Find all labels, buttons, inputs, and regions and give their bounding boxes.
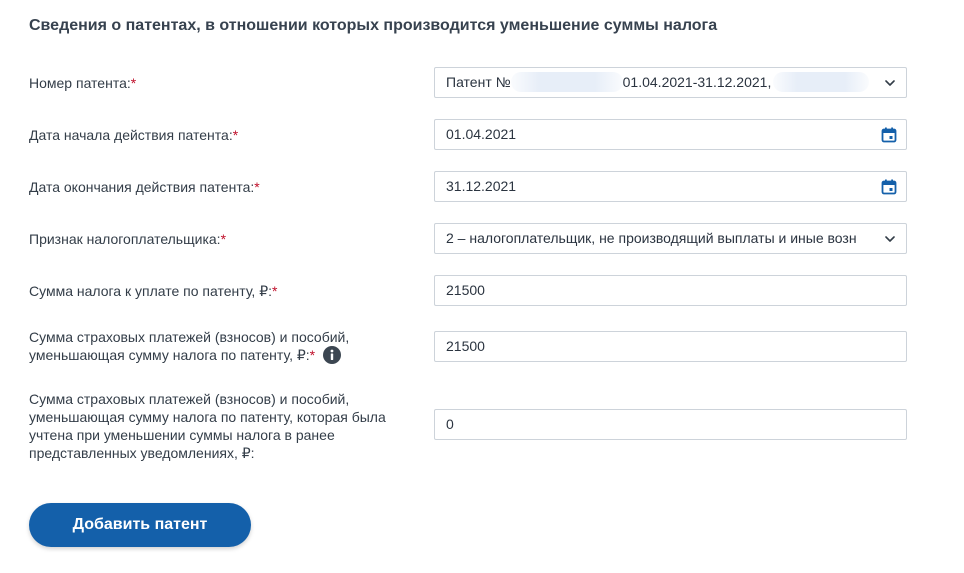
patent-number-row: Номер патента:* Патент № 01.04.2021-31.12…	[29, 67, 909, 98]
required-mark: *	[309, 347, 316, 363]
start-date-input[interactable]: 01.04.2021	[434, 119, 907, 150]
insurance-reduce-input[interactable]: 21500	[434, 331, 907, 362]
end-date-value: 31.12.2021	[446, 178, 517, 194]
add-patent-button[interactable]: Добавить патент	[29, 503, 251, 547]
calendar-icon[interactable]	[881, 179, 897, 195]
start-date-row: Дата начала действия патента:* 01.04.202…	[29, 119, 909, 150]
insurance-previous-label-line1: Сумма страховых платежей (взносов) и пос…	[29, 391, 350, 407]
patent-number-label-text: Номер патента:	[29, 75, 131, 91]
patent-number-period: 01.04.2021-31.12.2021,	[622, 74, 772, 90]
insurance-previous-row: Сумма страховых платежей (взносов) и пос…	[29, 390, 909, 462]
insurance-previous-label-line4: представленных уведомлениях, ₽:	[29, 445, 255, 461]
tax-amount-label-text: Сумма налога к уплате по патенту, ₽:	[29, 283, 272, 299]
taxpayer-sign-label: Признак налогоплательщика:*	[29, 230, 414, 248]
required-mark: *	[220, 231, 227, 247]
taxpayer-sign-select[interactable]: 2 – налогоплательщик, не производящий вы…	[434, 223, 907, 254]
start-date-value: 01.04.2021	[446, 126, 517, 142]
end-date-row: Дата окончания действия патента:* 31.12.…	[29, 171, 909, 202]
required-mark: *	[254, 179, 260, 195]
insurance-reduce-row: Сумма страховых платежей (взносов) и пос…	[29, 328, 909, 368]
tax-amount-value: 21500	[446, 282, 485, 298]
tax-amount-input[interactable]: 21500	[434, 275, 907, 306]
insurance-previous-label-line3: учтена при уменьшении суммы налога в ран…	[29, 427, 335, 443]
chevron-down-icon	[885, 236, 895, 242]
taxpayer-sign-value: 2 – налогоплательщик, не производящий вы…	[446, 230, 857, 246]
calendar-icon[interactable]	[881, 127, 897, 143]
insurance-reduce-value: 21500	[446, 338, 485, 354]
end-date-input[interactable]: 31.12.2021	[434, 171, 907, 202]
patent-number-select[interactable]: Патент № 01.04.2021-31.12.2021,	[434, 67, 907, 98]
insurance-reduce-label: Сумма страховых платежей (взносов) и пос…	[29, 328, 414, 364]
end-date-label-text: Дата окончания действия патента:	[29, 179, 255, 195]
insurance-previous-label: Сумма страховых платежей (взносов) и пос…	[29, 390, 414, 462]
tax-amount-label: Сумма налога к уплате по патенту, ₽:*	[29, 282, 414, 300]
insurance-previous-input[interactable]: 0	[434, 409, 907, 440]
tax-amount-row: Сумма налога к уплате по патенту, ₽:* 21…	[29, 275, 909, 306]
taxpayer-sign-row: Признак налогоплательщика:* 2 – налогопл…	[29, 223, 909, 254]
redacted-patent-number	[510, 72, 623, 92]
taxpayer-sign-label-text: Признак налогоплательщика:	[29, 231, 221, 247]
insurance-reduce-label-line2: уменьшающая сумму налога по патенту, ₽:	[29, 347, 310, 363]
required-mark: *	[272, 283, 278, 299]
patent-number-label: Номер патента:*	[29, 74, 414, 92]
end-date-label: Дата окончания действия патента:*	[29, 178, 414, 196]
insurance-reduce-label-line2-wrap: уменьшающая сумму налога по патенту, ₽:*	[29, 346, 414, 364]
insurance-reduce-label-line1: Сумма страховых платежей (взносов) и пос…	[29, 329, 350, 345]
redacted-patent-details	[773, 72, 870, 92]
chevron-down-icon	[885, 80, 895, 86]
start-date-label-text: Дата начала действия патента:	[29, 127, 233, 143]
insurance-previous-label-line2: уменьшающая сумму налога по патенту, кот…	[29, 409, 386, 425]
required-mark: *	[130, 75, 137, 91]
patent-number-prefix: Патент №	[446, 74, 511, 90]
info-icon[interactable]	[323, 346, 342, 364]
section-title: Сведения о патентах, в отношении которых…	[29, 17, 718, 34]
required-mark: *	[232, 127, 239, 143]
insurance-previous-value: 0	[446, 416, 454, 432]
start-date-label: Дата начала действия патента:*	[29, 126, 414, 144]
